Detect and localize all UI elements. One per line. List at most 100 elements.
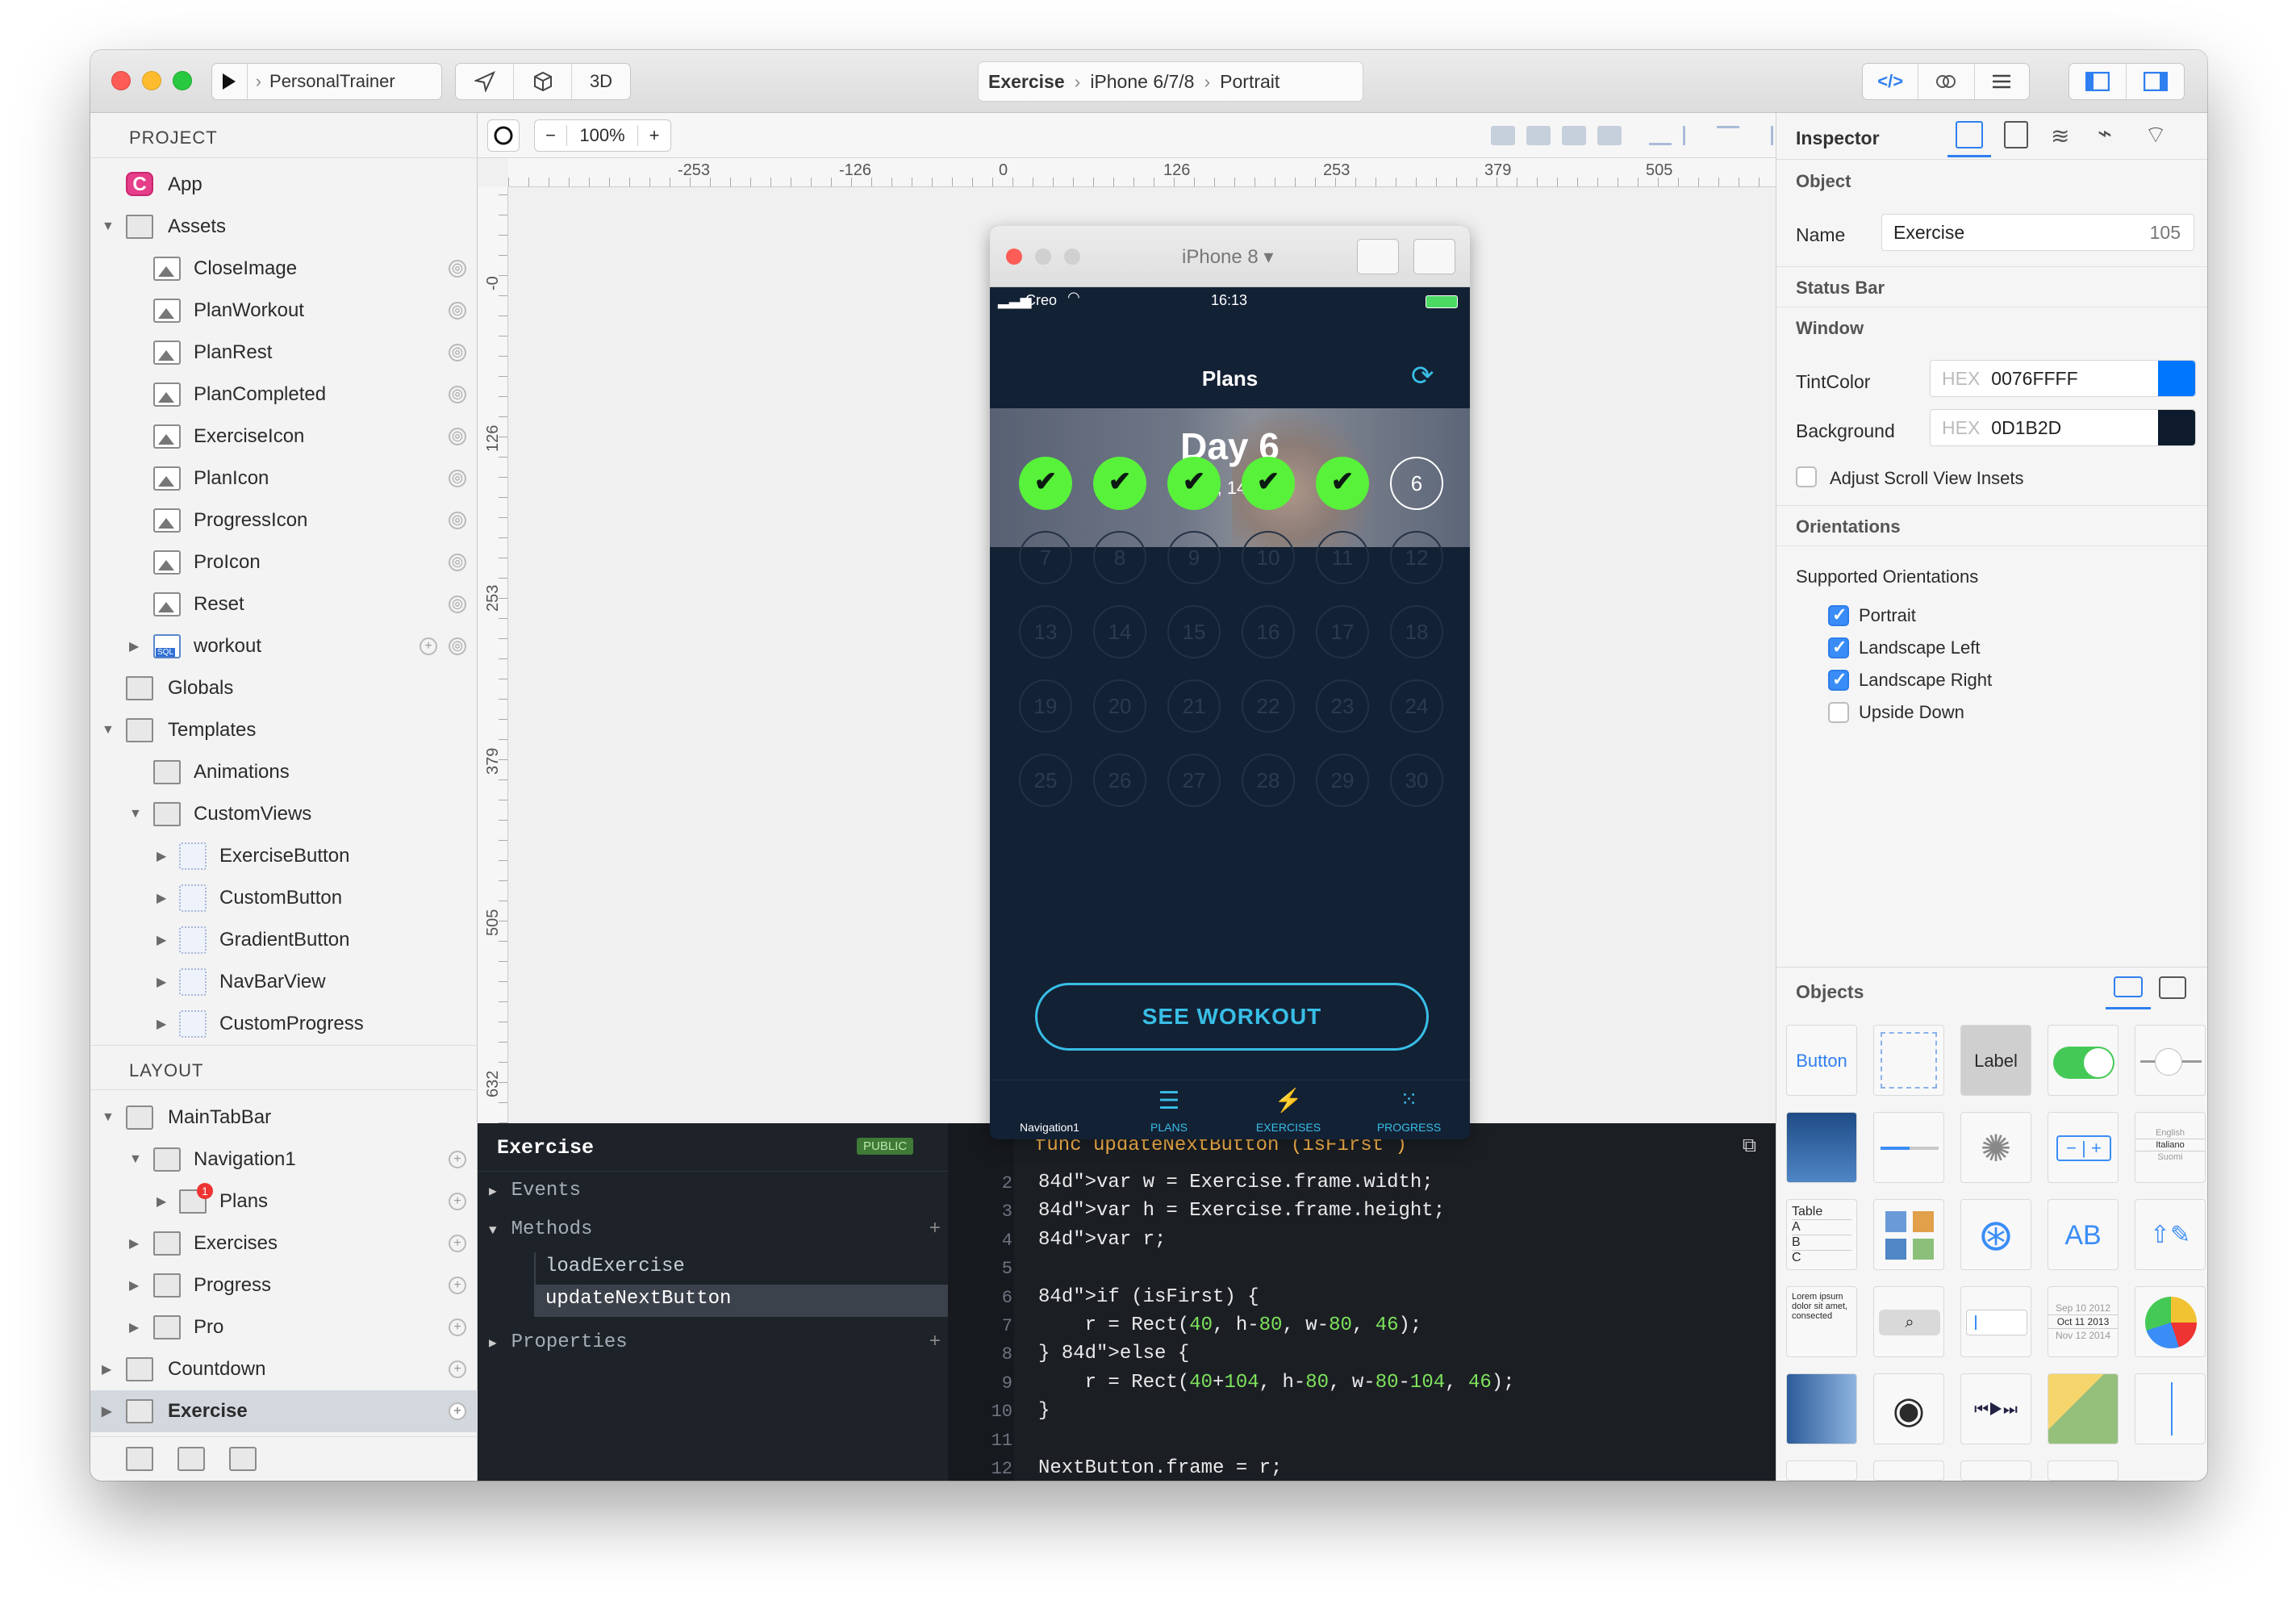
disclosure-closed-icon[interactable]: ▶ (129, 1319, 142, 1335)
day-complete-check-icon[interactable]: ✔ (1316, 457, 1369, 510)
scheme-selector[interactable]: › PersonalTrainer (211, 63, 442, 100)
day-upcoming[interactable]: 23 (1316, 679, 1369, 733)
day-upcoming[interactable]: 25 (1019, 754, 1072, 807)
tree-item-maintabbar[interactable]: ▼ MainTabBar (90, 1097, 478, 1139)
tab-plans[interactable]: ☰ PLANS (1109, 1080, 1229, 1139)
code-line[interactable]: 84d">if (isFirst) { (1038, 1286, 1259, 1308)
tree-item-asset[interactable]: Reset ◎ (90, 583, 478, 625)
day-upcoming[interactable]: 27 (1167, 754, 1221, 807)
align-top-icon[interactable] (1717, 126, 1739, 145)
day-complete-check-icon[interactable]: ✔ (1093, 457, 1146, 510)
disclosure-closed-icon[interactable]: ▶ (157, 1193, 169, 1210)
disclosure-open-icon[interactable]: ▼ (102, 1110, 115, 1125)
day-upcoming[interactable]: 13 (1019, 605, 1072, 658)
bring-front-icon[interactable] (1491, 126, 1515, 145)
target-icon[interactable]: ◎ (449, 512, 466, 529)
media-player-icon[interactable]: ⏮▶⏭ (1960, 1373, 2031, 1444)
day-upcoming[interactable]: 26 (1093, 754, 1146, 807)
code-line[interactable]: 84d">var r; (1038, 1229, 1166, 1251)
device-model-select[interactable]: iPhone 8 ▾ (1182, 245, 1273, 269)
tree-item-asset[interactable]: ProgressIcon ◎ (90, 499, 478, 541)
tree-item-asset[interactable]: ExerciseIcon ◎ (90, 416, 478, 458)
link-icon[interactable] (1918, 64, 1975, 99)
picker-object[interactable]: English Italiano Suomi (2135, 1112, 2206, 1183)
tree-item-customviews[interactable]: ▼ CustomViews (90, 793, 478, 835)
add-icon[interactable]: + (449, 1193, 466, 1210)
day-complete-check-icon[interactable]: ✔ (1019, 457, 1072, 510)
disclosure-closed-icon[interactable]: ▶ (157, 890, 169, 906)
day-upcoming[interactable]: 19 (1019, 679, 1072, 733)
button-object[interactable]: Button (1786, 1025, 1857, 1096)
slider-object[interactable] (2135, 1025, 2206, 1096)
left-panel-icon[interactable] (2069, 64, 2127, 99)
tree-item-plans[interactable]: ▶ 1 Plans + (90, 1181, 478, 1222)
tree-item-asset[interactable]: CloseImage ◎ (90, 248, 478, 290)
day-upcoming[interactable]: 24 (1390, 679, 1443, 733)
tree-item-globals[interactable]: Globals (90, 667, 478, 709)
properties-tab-icon[interactable] (1956, 121, 1983, 148)
disclosure-open-icon[interactable]: ▼ (129, 1152, 142, 1167)
outline-group-properties[interactable]: ▶ Properties + (489, 1331, 941, 1364)
tree-item-exercises[interactable]: ▶ Exercises + (90, 1222, 478, 1264)
background-swatch[interactable] (2158, 410, 2195, 445)
target-icon[interactable]: ◎ (449, 260, 466, 278)
refresh-icon[interactable]: ⟳ (1411, 360, 1434, 392)
add-method-icon[interactable]: + (929, 1218, 941, 1240)
see-workout-button[interactable]: SEE WORKOUT (1035, 983, 1429, 1051)
run-icon[interactable] (212, 64, 248, 99)
paperclip-tab-icon[interactable]: ⌁ (2098, 119, 2112, 148)
add-icon[interactable]: + (449, 1319, 466, 1336)
tree-item-view[interactable]: ▶ ExerciseButton (90, 835, 478, 877)
zoom-level[interactable]: 100% (567, 125, 638, 146)
landscape-right-checkbox[interactable] (1828, 669, 1849, 691)
add-icon[interactable]: + (449, 1277, 466, 1294)
switch-object[interactable] (2048, 1025, 2119, 1096)
disclosure-closed-icon[interactable]: ▶ (157, 932, 169, 948)
add-navigation-icon[interactable] (177, 1447, 205, 1471)
disclosure-open-icon[interactable]: ▼ (102, 219, 115, 234)
tint-swatch[interactable] (2158, 361, 2195, 396)
code-line[interactable]: r = Rect(40+104, h-80, w-80-104, 46); (1038, 1372, 1515, 1394)
segmented-object[interactable]: AB (2048, 1199, 2119, 1270)
tree-item-workout[interactable]: ▶ SQL workout + ◎ (90, 625, 478, 667)
day-upcoming[interactable]: 16 (1242, 605, 1295, 658)
list-icon[interactable] (1975, 64, 2029, 99)
day-upcoming[interactable]: 21 (1167, 679, 1221, 733)
collection-object[interactable] (1873, 1199, 1944, 1270)
target-icon[interactable]: ◎ (449, 470, 466, 487)
breadcrumb-item[interactable]: iPhone 6/7/8 (1090, 71, 1194, 93)
add-window-icon[interactable] (126, 1447, 153, 1471)
upside-down-checkbox[interactable] (1828, 702, 1849, 723)
map-object[interactable] (2048, 1373, 2119, 1444)
tree-item-asset[interactable]: PlanWorkout ◎ (90, 290, 478, 332)
day-complete-check-icon[interactable]: ✔ (1167, 457, 1221, 510)
tab-progress[interactable]: ⁙ PROGRESS (1348, 1080, 1470, 1139)
tree-item-asset[interactable]: PlanCompleted ◎ (90, 374, 478, 416)
tree-item-asset[interactable]: PlanIcon ◎ (90, 458, 478, 499)
disclosure-closed-icon[interactable]: ▶ (129, 638, 142, 654)
disclosure-closed-icon[interactable]: ▶ (157, 974, 169, 990)
tree-item-view[interactable]: ▶ CustomButton (90, 877, 478, 919)
access-badge[interactable]: PUBLIC (857, 1138, 914, 1155)
datepicker-object[interactable]: Sep 10 2012 Oct 11 2013 Nov 12 2014 (2048, 1286, 2119, 1357)
compass-icon[interactable]: ⊛ (1960, 1199, 2031, 1270)
day-complete-check-icon[interactable]: ✔ (1242, 457, 1295, 510)
disclosure-closed-icon[interactable]: ▶ (157, 848, 169, 864)
landscape-left-checkbox[interactable] (1828, 637, 1849, 658)
wrench-tab-icon[interactable] (2159, 976, 2186, 999)
portrait-checkbox[interactable] (1828, 604, 1849, 626)
disclosure-closed-icon[interactable]: ▶ (129, 1235, 142, 1252)
tree-item-view[interactable]: ▶ GradientButton (90, 919, 478, 961)
code-line[interactable]: NextButton.frame = r; (1038, 1457, 1282, 1479)
tree-item-exercise[interactable]: ▶ Exercise + (90, 1390, 478, 1432)
add-property-icon[interactable]: + (929, 1331, 941, 1353)
send-backward-icon[interactable] (1562, 126, 1586, 145)
tree-item-progress[interactable]: ▶ Progress + (90, 1264, 478, 1306)
target-icon[interactable]: ◎ (449, 554, 466, 571)
breadcrumb-item[interactable]: Exercise (988, 71, 1065, 93)
bring-forward-icon[interactable] (1526, 126, 1551, 145)
device-minimize-button[interactable] (1035, 249, 1051, 265)
code-icon[interactable]: </> (1863, 64, 1919, 99)
rectangle-shape-icon[interactable] (1786, 1461, 1857, 1481)
tint-field[interactable]: HEX 0076FFFF (1930, 360, 2196, 397)
